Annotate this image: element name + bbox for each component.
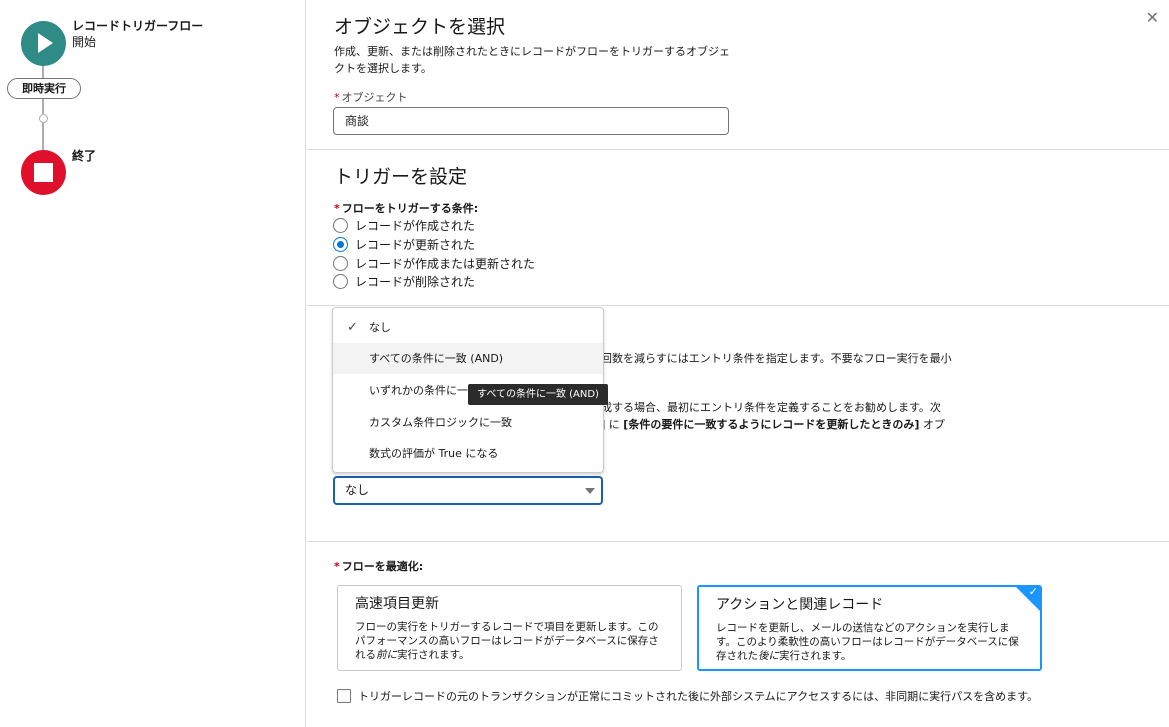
- fast-field-update-card[interactable]: 高速項目更新 フローの実行をトリガーするレコードで項目を更新します。このパフォー…: [337, 585, 682, 671]
- radio-label: レコードが更新された: [355, 237, 476, 252]
- tooltip: すべての条件に一致 (AND): [468, 384, 608, 405]
- object-input[interactable]: 商談: [333, 107, 729, 135]
- trigger-condition-label: * フローをトリガーする条件:: [334, 200, 478, 216]
- card-desc-em: 前に: [376, 649, 397, 661]
- start-node-title: レコードトリガーフロー: [72, 19, 204, 33]
- run-immediately-label[interactable]: 即時実行: [7, 78, 81, 99]
- connector-line: [42, 123, 44, 150]
- start-element-panel: ✕ オブジェクトを選択 作成、更新、または削除されたときにレコードがフローをトリ…: [307, 0, 1169, 727]
- object-section-desc-2: クトを選択します。: [334, 62, 432, 75]
- trigger-condition-label-text: フローをトリガーする条件:: [341, 202, 479, 215]
- card-title: 高速項目更新: [355, 596, 439, 612]
- option-label: なし: [369, 321, 391, 334]
- connector-line: [42, 99, 44, 114]
- divider: [307, 305, 1169, 306]
- play-icon: [38, 33, 53, 53]
- checkbox-label: トリガーレコードの元のトランザクションが正常にコミットされた後に外部システムにア…: [358, 690, 1039, 703]
- start-node[interactable]: [21, 21, 66, 66]
- entry-desc-3c: オプ: [922, 418, 945, 431]
- required-marker: *: [334, 560, 340, 573]
- entry-desc-2: 成する場合、最初にエントリ条件を定義することをお勧めします。次: [601, 401, 941, 414]
- chevron-down-icon: [585, 488, 595, 494]
- object-field-label: * オブジェクト: [334, 89, 408, 105]
- condition-requirements-select[interactable]: なし: [333, 476, 603, 505]
- radio-updated[interactable]: レコードが更新された: [333, 235, 475, 253]
- start-node-subtitle: 開始: [72, 35, 97, 49]
- radio-button[interactable]: [333, 273, 348, 289]
- card-desc-em: 後に: [758, 650, 779, 662]
- required-marker: *: [334, 91, 340, 104]
- object-field-label-text: オブジェクト: [341, 91, 408, 104]
- select-value: なし: [345, 483, 370, 497]
- option-label: すべての条件に一致 (AND): [369, 352, 504, 365]
- radio-button[interactable]: [333, 255, 348, 271]
- object-section-title: オブジェクトを選択: [334, 16, 506, 38]
- card-description: フローの実行をトリガーするレコードで項目を更新します。このパフォーマンスの高いフ…: [355, 620, 665, 662]
- checkbox[interactable]: [337, 689, 351, 703]
- trigger-section-title: トリガーを設定: [334, 166, 468, 188]
- option-label: 数式の評価が True になる: [369, 447, 499, 460]
- option-custom-logic[interactable]: カスタム条件ロジックに一致: [333, 407, 603, 438]
- connector-line: [42, 66, 44, 78]
- option-all-and[interactable]: すべての条件に一致 (AND): [333, 343, 603, 374]
- card-desc-b: 実行されます。: [779, 650, 852, 662]
- radio-created-or-updated[interactable]: レコードが作成または更新された: [333, 254, 535, 272]
- card-title: アクションと関連レコード: [716, 597, 884, 613]
- close-icon[interactable]: ✕: [1146, 10, 1159, 26]
- optimize-label: * フローを最適化:: [334, 558, 423, 574]
- stop-icon: [34, 163, 53, 182]
- end-node-title: 終了: [72, 149, 97, 163]
- option-label: いずれかの条件に一: [369, 384, 468, 397]
- card-description: レコードを更新し、メールの送信などのアクションを実行します。このより柔軟性の高い…: [716, 621, 1026, 663]
- end-node[interactable]: [21, 150, 66, 195]
- actions-related-records-card[interactable]: ✓ アクションと関連レコード レコードを更新し、メールの送信などのアクションを実…: [697, 585, 1042, 671]
- add-element-node[interactable]: [39, 114, 48, 123]
- radio-created[interactable]: レコードが作成された: [333, 216, 475, 234]
- object-section-desc-1: 作成、更新、または削除されたときにレコードがフローをトリガーするオブジェ: [334, 45, 730, 58]
- async-path-option[interactable]: トリガーレコードの元のトランザクションが正常にコミットされた後に外部システムにア…: [337, 688, 1038, 704]
- entry-desc-1: 回数を減らすにはエントリ条件を指定します。不要なフロー実行を最小: [601, 352, 952, 365]
- entry-desc-3: ] に [条件の要件に一致するようにレコードを更新したときのみ] オプ: [601, 416, 945, 432]
- divider: [307, 149, 1169, 150]
- option-formula-true[interactable]: 数式の評価が True になる: [333, 438, 603, 469]
- check-icon: ✓: [347, 320, 358, 335]
- entry-desc-3b: [条件の要件に一致するようにレコードを更新したときのみ]: [623, 418, 920, 431]
- card-desc-b: 実行されます。: [397, 649, 470, 661]
- radio-label: レコードが作成または更新された: [355, 256, 536, 271]
- required-marker: *: [334, 202, 340, 215]
- check-icon: ✓: [1028, 585, 1038, 598]
- flow-canvas: レコードトリガーフロー 開始 即時実行 終了: [0, 0, 306, 727]
- divider: [307, 541, 1169, 542]
- option-label: カスタム条件ロジックに一致: [369, 416, 512, 429]
- option-none[interactable]: ✓ なし: [333, 312, 603, 343]
- optimize-label-text: フローを最適化:: [341, 560, 424, 573]
- radio-label: レコードが削除された: [355, 274, 476, 289]
- radio-label: レコードが作成された: [355, 218, 476, 233]
- radio-deleted[interactable]: レコードが削除された: [333, 272, 475, 290]
- radio-button[interactable]: [333, 217, 348, 233]
- radio-button-selected[interactable]: [333, 236, 348, 252]
